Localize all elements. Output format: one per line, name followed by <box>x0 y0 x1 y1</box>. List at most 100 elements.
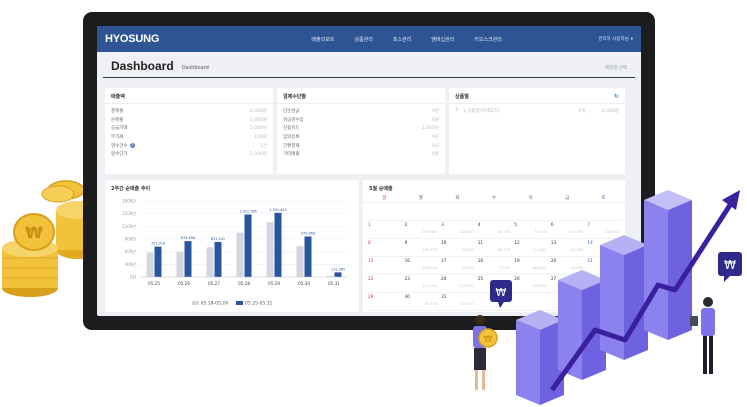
menu-item-kiosk[interactable]: 키오스크관리 <box>474 36 502 43</box>
product-value: 1,000원 <box>601 109 619 114</box>
payment-row-label: 간편결제 <box>283 143 300 149</box>
menu-item-pos[interactable]: 포스관리 <box>393 36 411 43</box>
sales-row-value: 1,000원 <box>249 109 267 115</box>
product-rank: 1 <box>455 108 458 113</box>
sales-row-label: 공급가액 <box>111 126 128 132</box>
payment-row: 신용카드 1,000원 <box>277 124 445 133</box>
isometric-bar-chart-illustration <box>516 190 692 405</box>
calendar-day-amount: 101,000 <box>422 284 438 288</box>
x-tick-label: 05.30 <box>298 281 310 286</box>
bar-data-label: 727,316 <box>151 242 165 246</box>
calendar-day-number: 9 <box>404 240 408 245</box>
calendar-day-cell[interactable]: 16 186,000 <box>402 257 440 275</box>
bar-curr <box>184 241 192 277</box>
calendar-day-number: 1 <box>368 222 371 227</box>
bar-prev <box>176 251 184 277</box>
sales-card-title: 매출액 <box>105 88 273 104</box>
sales-row: 영수건수? 1건 <box>105 141 273 150</box>
bar-data-label: 1,521,766 <box>239 210 256 214</box>
brand-logo[interactable]: HYOSUNG <box>105 33 225 45</box>
bar-curr <box>214 241 222 277</box>
payment-card: 결제수단별 단순현금 0원 현금영수증 0원 신용카드 1,000원 임의등록 0원 간… <box>277 88 445 174</box>
sales-row-label: 영수건수 <box>111 143 128 149</box>
x-tick-label: 05.27 <box>208 281 220 286</box>
payment-row-value: 0원 <box>431 109 439 115</box>
calendar-day-cell[interactable]: 8 <box>366 239 403 257</box>
page-title: Dashboard <box>111 59 174 73</box>
sales-row: 총매출 1,000원 <box>105 107 273 116</box>
payment-row: 기타매출 0원 <box>277 150 445 159</box>
sales-row-label: 영수단가 <box>111 152 128 158</box>
calendar-day-cell[interactable]: 1 <box>366 221 403 239</box>
payment-row-value: 0원 <box>431 143 439 149</box>
svg-text:₩: ₩ <box>484 335 493 345</box>
svg-text:₩: ₩ <box>724 258 736 272</box>
calendar-day-amount: 196,000 <box>422 230 438 234</box>
calendar-day-number: 30 <box>404 294 410 299</box>
menu-item-sales-report[interactable]: 매출리포트 <box>311 36 334 43</box>
sales-row-label: 총매출 <box>111 109 124 115</box>
calendar-day-number: 16 <box>404 258 410 263</box>
x-tick-label: 05.29 <box>268 281 280 286</box>
payment-row: 현금영수증 0원 <box>277 116 445 125</box>
chart-legend: 05.18-05.24 05.25-05.31 <box>105 301 359 307</box>
bar-data-label: 1,551,443 <box>269 208 286 212</box>
bar-data-label: 979,863 <box>301 231 315 235</box>
calendar-day-cell[interactable]: 29 <box>366 293 403 311</box>
user-name: 관리자 사용자님 <box>598 37 629 42</box>
x-tick-label: 05.28 <box>238 281 250 286</box>
sales-row: 부가세 100원 <box>105 133 273 142</box>
sales-row-label: 부가세 <box>111 135 124 141</box>
growth-illustration: ₩ ₩ ₩ <box>473 190 742 405</box>
calendar-weekday: 일 <box>382 196 387 201</box>
y-tick-label: 1500만 <box>122 210 136 216</box>
calendar-day-cell[interactable]: 15 <box>366 257 403 275</box>
iso-bar-1 <box>516 310 564 405</box>
bar-prev <box>146 252 154 277</box>
iso-bar-2 <box>558 270 606 380</box>
calendar-day-number: 15 <box>368 258 374 263</box>
payment-row-value: 1,000원 <box>421 126 439 132</box>
calendar-day-cell[interactable]: 2 196,000 <box>402 221 440 239</box>
calendar-day-cell[interactable]: 9 150,772 <box>402 239 440 257</box>
calendar-day-number: 23 <box>404 276 410 281</box>
payment-row-label: 신용카드 <box>283 126 300 132</box>
person-with-coin-illustration: ₩ <box>473 315 498 390</box>
user-menu[interactable]: 관리자 사용자님 ▾ <box>598 36 633 43</box>
y-tick-label: 300만 <box>125 261 137 267</box>
product-card: 상품별 ↻ 1 1.상품명(카테고리) 1개 1,000원 <box>449 88 625 174</box>
product-card-title: 상품별 ↻ <box>449 88 625 104</box>
calendar-day-cell[interactable]: 22 <box>366 275 403 293</box>
calendar-day-number: 29 <box>368 294 374 299</box>
sales-row-value: 1건 <box>259 143 267 149</box>
menu-item-membership[interactable]: 멤버십관리 <box>431 36 454 43</box>
x-tick-label: 05.26 <box>178 281 190 286</box>
menu-item-products[interactable]: 상품관리 <box>354 36 372 43</box>
won-speech-bubble-right: ₩ <box>718 252 742 282</box>
bar-curr <box>244 214 252 277</box>
calendar-day-number: 10 <box>441 240 447 245</box>
calendar-day-cell[interactable]: 23 101,000 <box>402 275 440 293</box>
legend-item-curr[interactable]: 05.25-05.31 <box>236 301 272 307</box>
svg-text:₩: ₩ <box>25 223 43 242</box>
help-icon[interactable]: ? <box>129 142 135 148</box>
bar-curr <box>304 236 312 277</box>
payment-row-label: 기타매출 <box>283 152 300 158</box>
calendar-day-number: 17 <box>441 258 447 263</box>
trend-card: 2주간 순매출 추이 0원 300만 600만 900만 1200만 1500만 1800만… <box>105 180 359 312</box>
bar-prev <box>266 222 274 277</box>
legend-item-prev[interactable]: 05.18-05.24 <box>191 301 228 307</box>
person-with-tablet-illustration <box>690 297 715 374</box>
payment-row: 단순현금 0원 <box>277 107 445 116</box>
calendar-day-number: 8 <box>368 240 371 245</box>
bar-curr <box>154 246 162 277</box>
y-tick-label: 600만 <box>125 248 137 254</box>
calendar-day-amount: 186,000 <box>422 266 438 270</box>
top-navbar: HYOSUNG 매출리포트 상품관리 포스관리 멤버십관리 키오스크관리 관리자… <box>97 26 641 52</box>
legend-label-curr: 05.25-05.31 <box>245 301 273 307</box>
x-tick-label: 05.25 <box>148 281 160 286</box>
main-menu: 매출리포트 상품관리 포스관리 멤버십관리 키오스크관리 <box>215 36 598 43</box>
store-select[interactable]: 매장명 선택 <box>605 65 627 71</box>
calendar-day-cell[interactable]: 30 87,430 <box>402 293 440 311</box>
refresh-icon[interactable]: ↻ <box>614 93 619 100</box>
